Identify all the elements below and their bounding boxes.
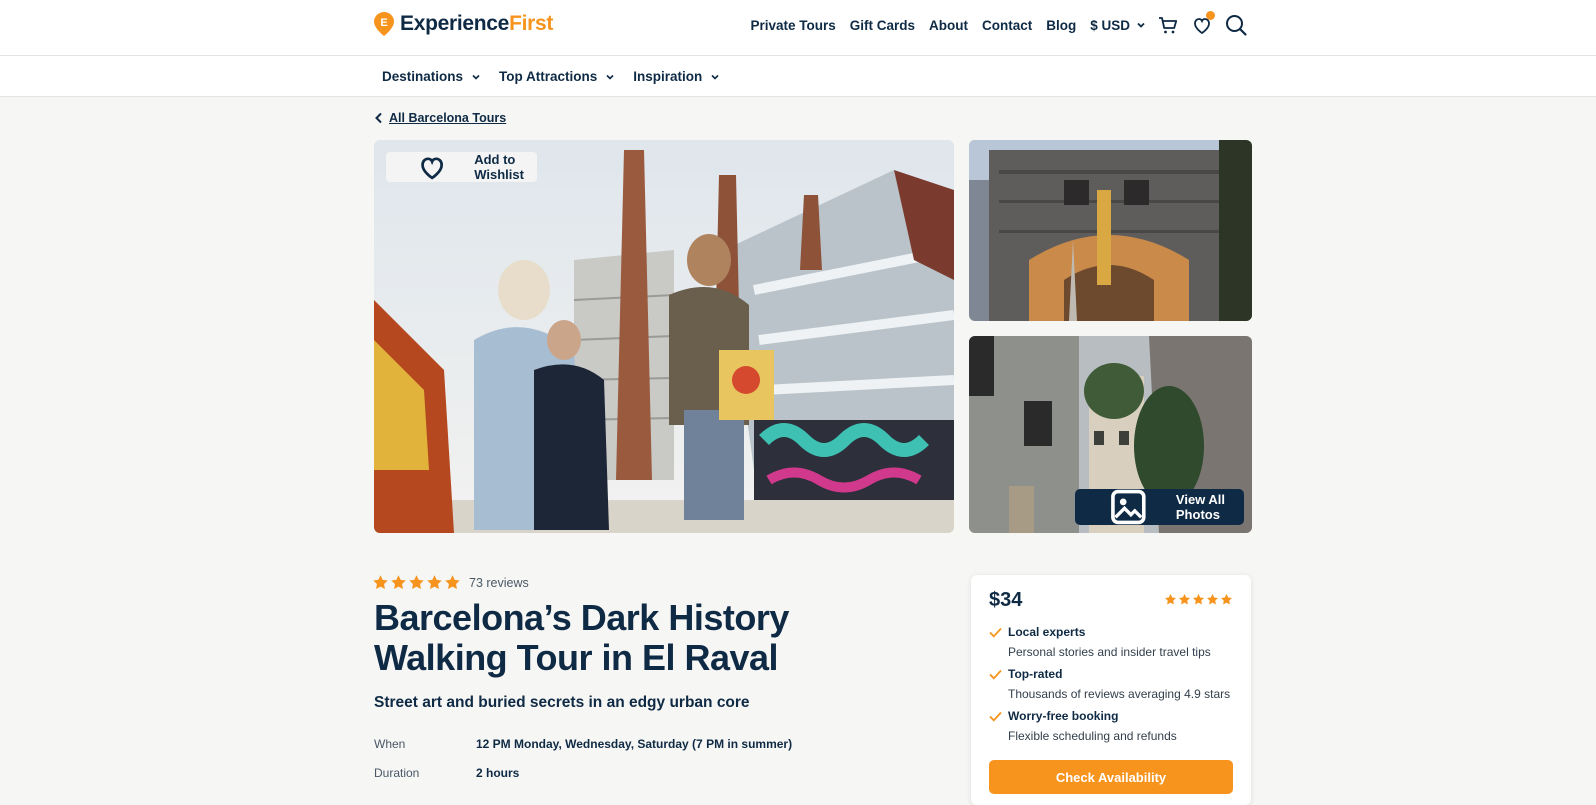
booking-card: $34 Local experts Personal stories and i… (971, 575, 1251, 805)
card-rating-stars (1164, 593, 1233, 606)
cart-icon[interactable] (1156, 13, 1180, 37)
star-icon (427, 575, 442, 589)
feature-description: Thousands of reviews averaging 4.9 stars (1008, 687, 1231, 701)
subnav-destinations[interactable]: Destinations (382, 69, 481, 84)
logo-pin-icon: E (374, 12, 394, 36)
star-icon (409, 575, 424, 589)
chevron-down-icon (606, 74, 614, 80)
heart-icon[interactable] (1190, 11, 1215, 37)
image-icon (1111, 489, 1146, 525)
tour-price: $34 (989, 589, 1023, 611)
subnav-label: Inspiration (633, 69, 703, 84)
chevron-down-icon (1137, 22, 1145, 28)
view-all-photos-label: View All Photos (1175, 492, 1226, 522)
detail-row-duration: Duration 2 hours (374, 766, 519, 780)
feature-description: Personal stories and insider travel tips (1008, 645, 1211, 659)
detail-value: 2 hours (476, 766, 520, 780)
nav-about[interactable]: About (929, 18, 968, 33)
feature-description: Flexible scheduling and refunds (1008, 729, 1177, 743)
rating-stars (372, 574, 461, 591)
review-count: 73 reviews (469, 575, 529, 590)
tour-subtitle: Street art and buried secrets in an edgy… (374, 694, 750, 711)
tour-rating[interactable]: 73 reviews (372, 574, 529, 591)
photo-illustration (374, 140, 954, 533)
photo-illustration (969, 140, 1252, 321)
main-tour-photo[interactable]: Add to Wishlist (374, 140, 954, 533)
top-navigation: Private Tours Gift Cards About Contact B… (736, 0, 1248, 50)
detail-label: Duration (374, 766, 420, 780)
chevron-left-icon (375, 112, 382, 124)
check-icon (989, 627, 1002, 638)
check-icon (989, 711, 1002, 722)
breadcrumb-label: All Barcelona Tours (389, 111, 507, 125)
star-icon (391, 575, 406, 589)
star-icon (1220, 593, 1233, 605)
heart-icon (421, 157, 444, 180)
top-header: E ExperienceFirst Private Tours Gift Car… (0, 0, 1596, 56)
nav-gift-cards[interactable]: Gift Cards (850, 18, 915, 33)
chevron-down-icon (472, 74, 480, 80)
category-navigation: Destinations Top Attractions Inspiration (0, 56, 1596, 97)
check-icon (989, 669, 1002, 680)
feature-title: Worry-free booking (1008, 709, 1119, 723)
gallery-photo-courtyard[interactable] (969, 140, 1252, 321)
gallery-photo-street[interactable]: View All Photos (969, 336, 1252, 533)
feature-local-experts: Local experts Personal stories and insid… (989, 625, 1211, 659)
currency-selector[interactable]: $ USD (1090, 18, 1146, 33)
subnav-label: Destinations (382, 69, 464, 84)
search-icon[interactable] (1224, 13, 1248, 37)
star-icon (373, 575, 388, 589)
breadcrumb[interactable]: All Barcelona Tours (374, 111, 506, 125)
star-icon (1178, 593, 1191, 605)
check-availability-button[interactable]: Check Availability (989, 760, 1233, 794)
detail-label: When (374, 737, 406, 751)
nav-private-tours[interactable]: Private Tours (750, 18, 835, 33)
chevron-down-icon (711, 74, 719, 80)
brand-logo[interactable]: E ExperienceFirst (374, 12, 553, 36)
star-icon (1164, 593, 1177, 605)
feature-title: Top-rated (1008, 667, 1063, 681)
star-icon (1192, 593, 1205, 605)
detail-row-when: When 12 PM Monday, Wednesday, Saturday (… (374, 737, 792, 751)
feature-top-rated: Top-rated Thousands of reviews averaging… (989, 667, 1230, 701)
star-icon (1206, 593, 1219, 605)
detail-value: 12 PM Monday, Wednesday, Saturday (7 PM … (476, 737, 793, 751)
feature-worry-free-booking: Worry-free booking Flexible scheduling a… (989, 709, 1177, 743)
nav-blog[interactable]: Blog (1046, 18, 1076, 33)
svg-text:E: E (380, 17, 387, 29)
add-to-wishlist-button[interactable]: Add to Wishlist (386, 152, 537, 182)
subnav-inspiration[interactable]: Inspiration (633, 69, 720, 84)
brand-name: ExperienceFirst (400, 12, 554, 35)
wishlist-label: Add to Wishlist (474, 152, 524, 182)
page-title: Barcelona’s Dark History Walking Tour in… (374, 597, 789, 678)
subnav-top-attractions[interactable]: Top Attractions (499, 69, 615, 84)
view-all-photos-button[interactable]: View All Photos (1075, 489, 1244, 525)
nav-contact[interactable]: Contact (982, 18, 1032, 33)
subnav-label: Top Attractions (499, 69, 598, 84)
currency-label: $ USD (1090, 17, 1130, 33)
feature-title: Local experts (1008, 625, 1086, 639)
star-icon (445, 575, 460, 589)
wishlist-badge (1206, 11, 1215, 20)
